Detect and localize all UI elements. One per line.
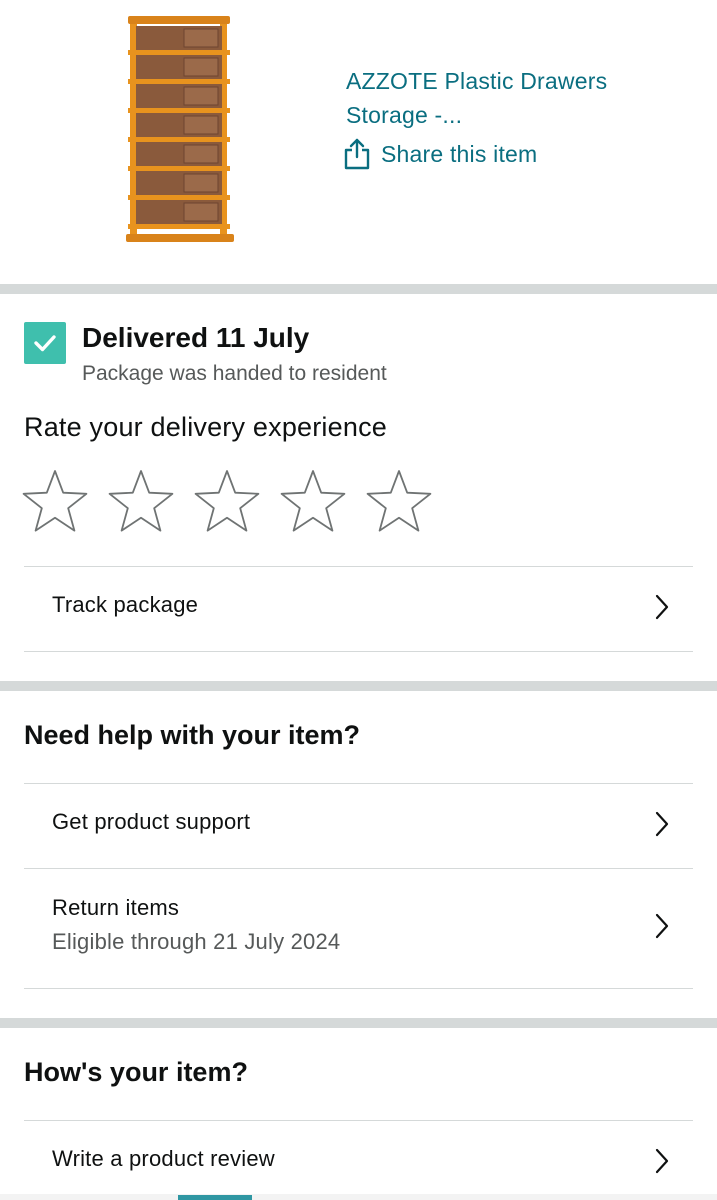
return-items-label: Return items (52, 895, 180, 920)
share-item-button[interactable]: Share this item (343, 136, 537, 172)
chevron-right-icon (653, 1147, 671, 1175)
help-heading: Need help with your item? (24, 720, 361, 750)
star-icon-2[interactable] (106, 468, 176, 534)
write-review-row[interactable]: Write a product review (24, 1121, 693, 1194)
product-support-row[interactable]: Get product support (24, 784, 693, 868)
star-icon-3[interactable] (192, 468, 262, 534)
section-divider (0, 681, 717, 691)
star-icon-5[interactable] (364, 468, 434, 534)
active-tab-indicator (178, 1195, 252, 1200)
product-image[interactable] (124, 12, 236, 248)
product-title-line-2[interactable]: Storage -... (346, 98, 676, 132)
write-review-label: Write a product review (52, 1146, 275, 1171)
rate-delivery-heading: Rate your delivery experience (24, 412, 387, 442)
chevron-right-icon (653, 810, 671, 838)
share-item-label: Share this item (381, 140, 538, 167)
delivery-status: Delivered 11 July (82, 322, 310, 353)
track-package-row[interactable]: Track package (24, 567, 693, 651)
track-package-label: Track package (52, 592, 199, 617)
section-divider (0, 1018, 717, 1028)
divider (24, 988, 693, 989)
star-icon-4[interactable] (278, 468, 348, 534)
product-support-label: Get product support (52, 809, 251, 834)
product-title-line-1[interactable]: AZZOTE Plastic Drawers (346, 64, 676, 98)
bottom-navigation-bar (0, 1194, 717, 1200)
star-icon-1[interactable] (20, 468, 90, 534)
delivered-check-icon (24, 322, 66, 364)
section-divider (0, 284, 717, 294)
share-icon (344, 138, 370, 170)
chevron-right-icon (653, 593, 671, 621)
divider (24, 651, 693, 652)
delivery-rating-stars[interactable] (20, 468, 450, 534)
chevron-right-icon (653, 912, 671, 940)
product-title[interactable]: AZZOTE Plastic Drawers Storage -... (346, 64, 676, 132)
return-items-row[interactable]: Return items Eligible through 21 July 20… (24, 869, 693, 988)
delivery-note: Package was handed to resident (82, 362, 387, 385)
return-eligibility: Eligible through 21 July 2024 (52, 929, 341, 954)
review-heading: How's your item? (24, 1057, 248, 1087)
